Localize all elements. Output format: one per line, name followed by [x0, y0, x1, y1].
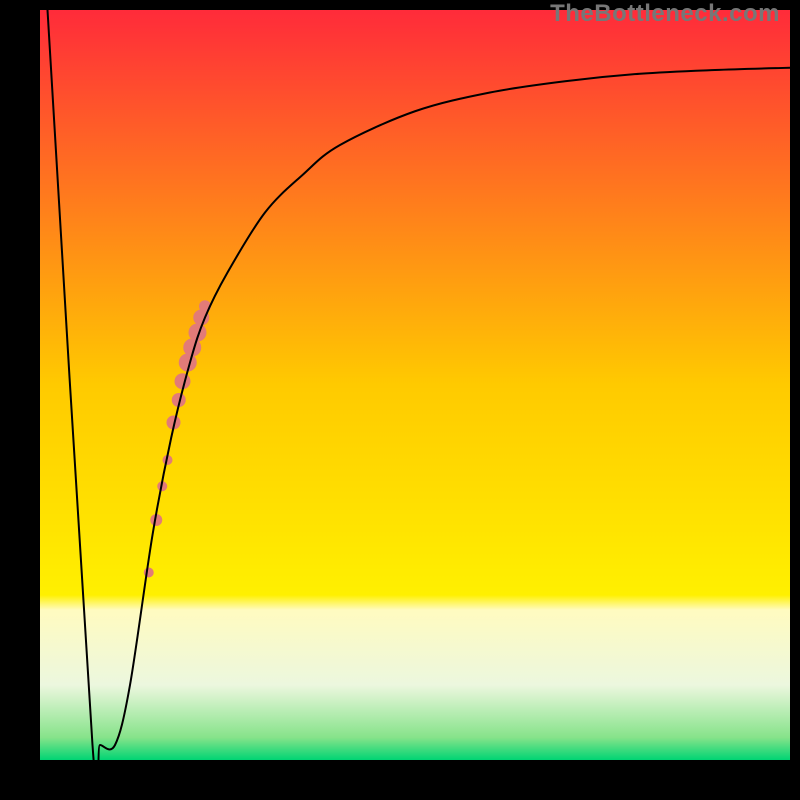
watermark-text: TheBottleneck.com	[550, 0, 780, 28]
gradient-background	[40, 10, 790, 760]
plot-area	[40, 10, 790, 760]
chart-canvas: TheBottleneck.com	[0, 0, 800, 800]
chart-svg	[40, 10, 790, 760]
